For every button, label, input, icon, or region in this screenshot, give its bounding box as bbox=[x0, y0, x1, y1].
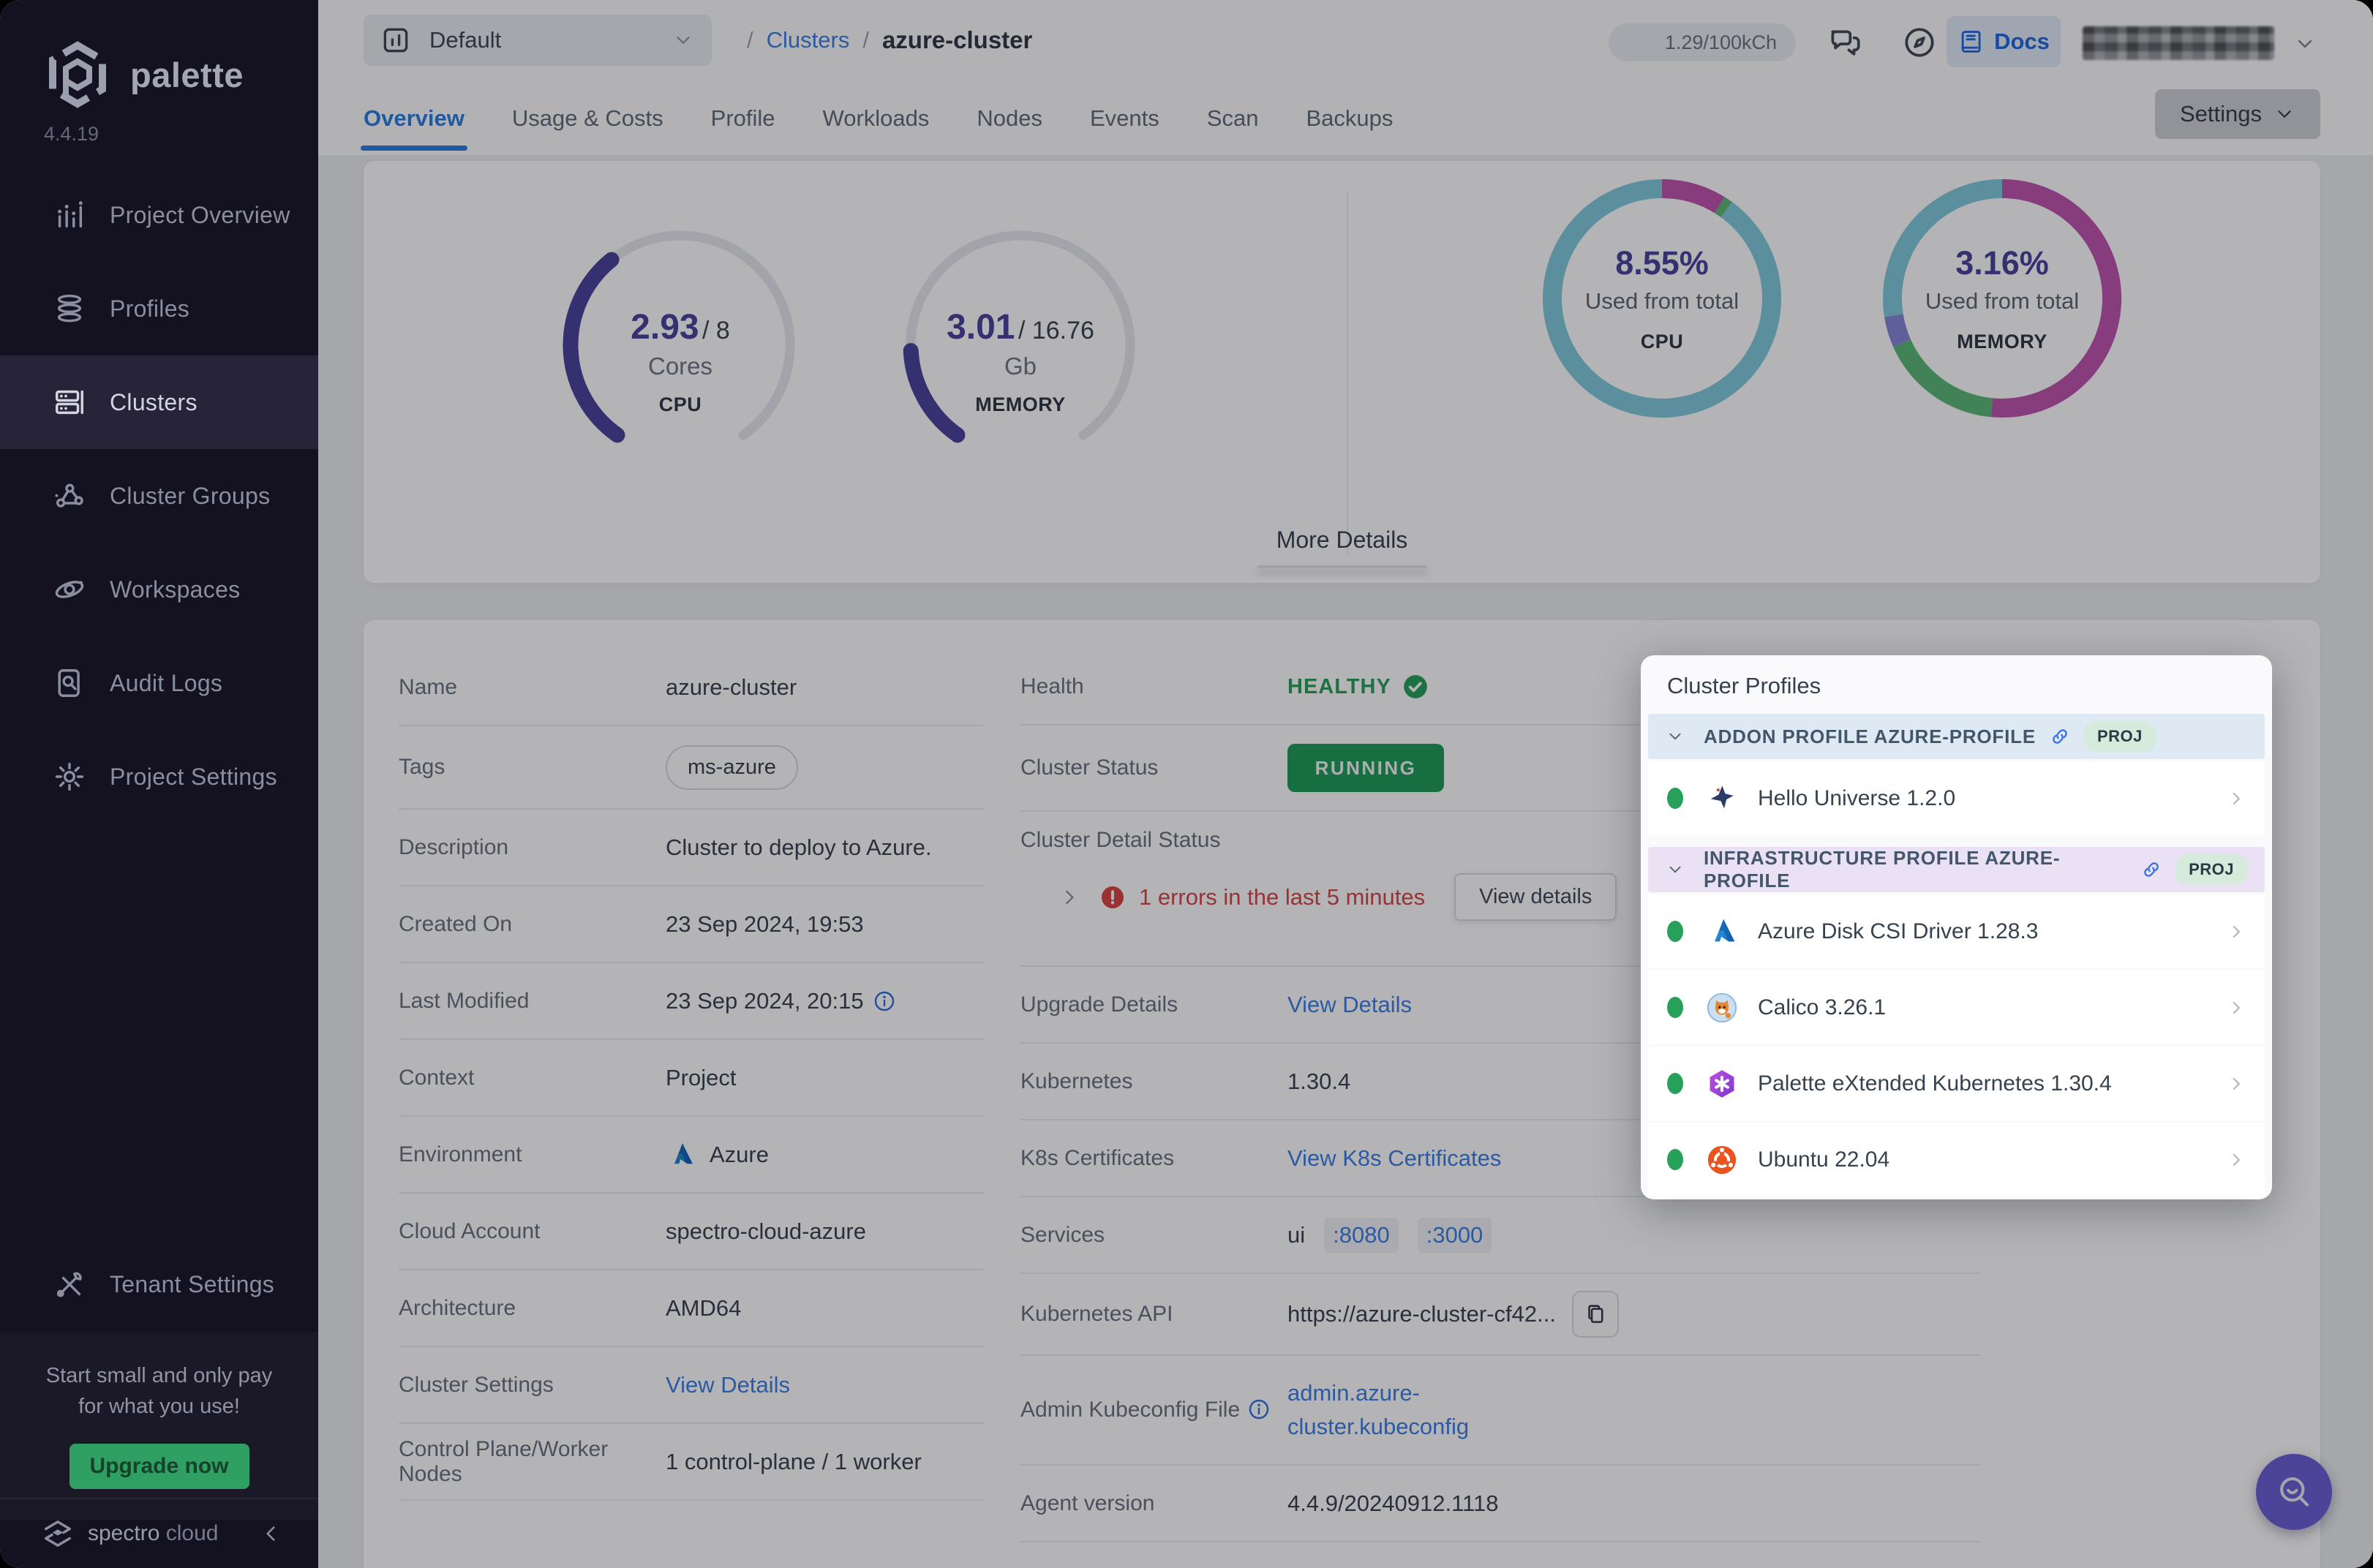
sidebar-item-label: Tenant Settings bbox=[110, 1271, 274, 1298]
chevron-right-icon bbox=[2227, 789, 2246, 808]
panel-sections: ADDON PROFILE AZURE-PROFILE PROJ Hello Uni… bbox=[1648, 714, 2265, 1196]
upgrade-promo: Start small and only pay for what you us… bbox=[0, 1333, 318, 1520]
spectro-cloud-label: spectro cloud bbox=[88, 1521, 218, 1546]
status-dot bbox=[1667, 1149, 1683, 1170]
link-icon[interactable] bbox=[2049, 725, 2071, 747]
chevron-right-icon bbox=[2227, 789, 2246, 808]
azure-icon bbox=[1705, 915, 1739, 949]
chevron-down-icon bbox=[1666, 727, 1685, 746]
chevron-right-icon bbox=[2227, 998, 2246, 1017]
scope-badge: PROJ bbox=[2175, 854, 2247, 885]
status-dot bbox=[1667, 997, 1683, 1018]
orbit-icon bbox=[53, 573, 86, 606]
link-icon[interactable] bbox=[2140, 859, 2162, 881]
chevron-right-icon bbox=[2227, 1074, 2246, 1093]
sidebar-item-cluster-groups[interactable]: Cluster Groups bbox=[0, 449, 318, 543]
pack-name: Palette eXtended Kubernetes 1.30.4 bbox=[1758, 1071, 2112, 1096]
profile-pack-ubuntu-22-04[interactable]: Ubuntu 22.04 bbox=[1648, 1123, 2265, 1196]
bar-chart-icon bbox=[53, 198, 86, 232]
palette-hexagon-icon bbox=[42, 39, 113, 110]
calico-icon bbox=[1705, 991, 1739, 1025]
profile-pack-palette-extended-kubernetes-1-30-4[interactable]: Palette eXtended Kubernetes 1.30.4 bbox=[1648, 1047, 2265, 1120]
sidebar-item-label: Cluster Groups bbox=[110, 483, 270, 510]
sidebar: palette 4.4.19 Project Overview Profiles C… bbox=[0, 0, 318, 1568]
chevron-right-icon bbox=[2227, 922, 2246, 941]
app-version: 4.4.19 bbox=[44, 123, 99, 146]
profile-section-label: ADDON PROFILE AZURE-PROFILE bbox=[1704, 725, 2036, 748]
sidebar-item-workspaces[interactable]: Workspaces bbox=[0, 543, 318, 636]
server-icon bbox=[53, 385, 86, 419]
chevron-right-icon bbox=[2227, 1150, 2246, 1169]
link-icon bbox=[2140, 859, 2162, 881]
layers-icon bbox=[53, 292, 86, 325]
sidebar-item-audit-logs[interactable]: Audit Logs bbox=[0, 636, 318, 730]
chevron-down-icon bbox=[1666, 860, 1685, 879]
panel-title: Cluster Profiles bbox=[1667, 673, 2265, 699]
brand-name: palette bbox=[130, 55, 244, 95]
profile-section-label: INFRASTRUCTURE PROFILE AZURE-PROFILE bbox=[1704, 847, 2127, 892]
promo-line-2: for what you use! bbox=[0, 1391, 318, 1422]
profile-section-items: Hello Universe 1.2.0 bbox=[1648, 761, 2265, 835]
cluster-profiles-panel: Cluster Profiles ADDON PROFILE AZURE-PRO… bbox=[1641, 655, 2272, 1199]
profile-section-header[interactable]: ADDON PROFILE AZURE-PROFILE PROJ bbox=[1648, 714, 2265, 759]
status-dot bbox=[1667, 921, 1683, 942]
chevron-right-icon bbox=[2227, 1074, 2246, 1093]
network-icon bbox=[53, 479, 86, 513]
scope-badge: PROJ bbox=[2084, 721, 2156, 752]
profile-pack-calico-3-26-1[interactable]: Calico 3.26.1 bbox=[1648, 970, 2265, 1044]
ubuntu-icon bbox=[1705, 1143, 1739, 1177]
sidebar-item-label: Clusters bbox=[110, 389, 198, 416]
chevron-right-icon bbox=[2227, 1150, 2246, 1169]
status-dot bbox=[1667, 788, 1683, 809]
gear-icon bbox=[53, 760, 86, 794]
upgrade-now-button[interactable]: Upgrade now bbox=[69, 1444, 249, 1489]
chevron-down-icon bbox=[1666, 727, 1685, 746]
hello-universe-icon bbox=[1705, 782, 1739, 815]
profile-pack-azure-disk-csi-driver-1-28-3[interactable]: Azure Disk CSI Driver 1.28.3 bbox=[1648, 894, 2265, 968]
sidebar-item-project-overview[interactable]: Project Overview bbox=[0, 168, 318, 262]
chevron-right-icon bbox=[2227, 998, 2246, 1017]
sidebar-item-tenant-settings[interactable]: Tenant Settings bbox=[0, 1237, 318, 1331]
palette-app: palette 4.4.19 Project Overview Profiles C… bbox=[0, 0, 2373, 1568]
pack-name: Azure Disk CSI Driver 1.28.3 bbox=[1758, 919, 2038, 944]
sidebar-item-label: Profiles bbox=[110, 295, 189, 323]
sidebar-item-label: Workspaces bbox=[110, 576, 240, 603]
tools-icon bbox=[53, 1267, 86, 1301]
promo-line-1: Start small and only pay bbox=[0, 1360, 318, 1391]
collapse-sidebar-icon[interactable] bbox=[258, 1521, 283, 1546]
main-area: Default / Clusters / azure-cluster 1.29/… bbox=[318, 0, 2373, 1568]
sidebar-item-clusters[interactable]: Clusters bbox=[0, 355, 318, 449]
chevron-right-icon bbox=[2227, 922, 2246, 941]
chevron-down-icon bbox=[1666, 860, 1685, 879]
pack-name: Calico 3.26.1 bbox=[1758, 995, 1886, 1020]
sidebar-item-project-settings[interactable]: Project Settings bbox=[0, 730, 318, 823]
sidebar-tenant: Tenant Settings bbox=[0, 1237, 318, 1331]
spectro-cloud-icon bbox=[41, 1517, 75, 1550]
status-dot bbox=[1667, 1073, 1683, 1094]
sidebar-footer: spectro cloud bbox=[0, 1498, 318, 1568]
sidebar-item-label: Project Overview bbox=[110, 202, 290, 229]
link-icon bbox=[2049, 725, 2071, 747]
profile-section-header[interactable]: INFRASTRUCTURE PROFILE AZURE-PROFILE PROJ bbox=[1648, 847, 2265, 892]
sidebar-nav: Project Overview Profiles Clusters Cluster … bbox=[0, 168, 318, 823]
profile-section-items: Azure Disk CSI Driver 1.28.3 Calico 3.26.… bbox=[1648, 894, 2265, 1196]
pack-name: Ubuntu 22.04 bbox=[1758, 1147, 1889, 1172]
pxk-icon bbox=[1705, 1067, 1739, 1101]
audit-icon bbox=[53, 666, 86, 700]
sidebar-item-profiles[interactable]: Profiles bbox=[0, 262, 318, 355]
pack-name: Hello Universe 1.2.0 bbox=[1758, 786, 1955, 811]
sidebar-item-label: Audit Logs bbox=[110, 670, 222, 697]
profile-pack-hello-universe-1-2-0[interactable]: Hello Universe 1.2.0 bbox=[1648, 761, 2265, 835]
sidebar-item-label: Project Settings bbox=[110, 764, 277, 791]
palette-logo: palette bbox=[42, 37, 244, 113]
